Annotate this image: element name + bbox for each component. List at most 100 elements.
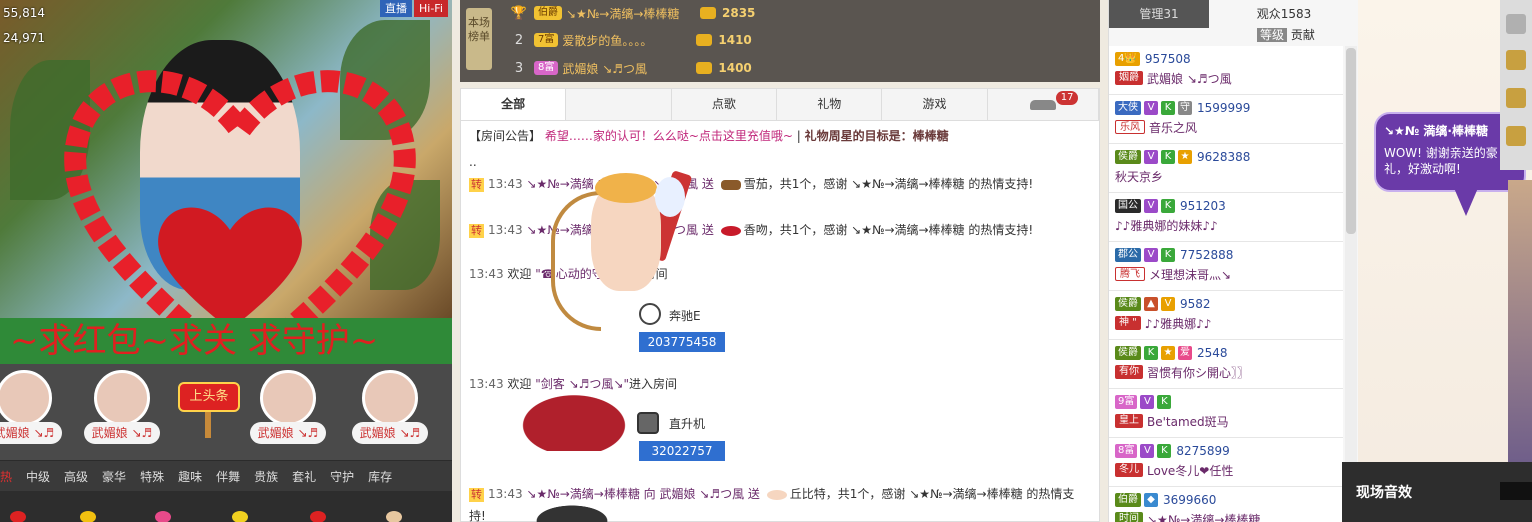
notice-prefix: 【房间公告】 (469, 129, 542, 143)
list-item[interactable]: 侯爵 V K ★ 9628388 秋天京乡 (1109, 144, 1343, 193)
gift-category[interactable]: 套礼 (285, 468, 323, 485)
mascot-figure (1508, 180, 1532, 480)
gift-icon[interactable] (10, 511, 26, 522)
mascot-area: ↘★№ 満缡·棒棒糖 WOW! 谢谢亲送的豪礼，好激动啊! 现场音效 (1342, 0, 1532, 522)
gift-icon[interactable] (155, 511, 171, 522)
tab-audience[interactable]: 观众1583 (1209, 0, 1359, 28)
tab-all[interactable]: 全部 (461, 89, 567, 120)
visitor-name[interactable]: "剑客 ↘♬つ風↘" (535, 377, 629, 391)
sender-name[interactable]: ↘★№→満缡→棒棒糖 (526, 487, 639, 501)
rank-badge: 伯爵 (534, 6, 562, 20)
star-badge: ★ (1161, 346, 1175, 360)
ranking-row[interactable]: 2 7富 爱散步的鱼。。。。 1410 (508, 27, 752, 53)
forward-tag[interactable]: 转 (469, 178, 484, 192)
notice-body[interactable]: 希望……家的认可！么么哒~点击这里充值哦~ (545, 129, 793, 143)
gift-category[interactable]: 中级 (19, 468, 57, 485)
menu-icon[interactable] (1506, 14, 1526, 34)
gift-category[interactable]: 热 (0, 468, 19, 485)
gift-strip (0, 491, 452, 522)
gift-category[interactable]: 趣味 (171, 468, 209, 485)
message-time: 13:43 (488, 223, 523, 237)
ranking-title: 本场榜单 (466, 8, 492, 70)
user-id: 9582 (1180, 297, 1211, 311)
video-stream[interactable]: 55,814 24,971 直播 Hi-Fi (0, 0, 452, 318)
list-item[interactable]: 侯爵 K ★ 爱 2548 有你 習惯有你シ開心〗〗 (1109, 340, 1343, 389)
gift-category[interactable]: 高级 (57, 468, 95, 485)
level-badge: 伯爵 (1115, 493, 1141, 507)
guard-slot[interactable]: 武媚娘 ↘♬ (84, 370, 160, 450)
tab-admin[interactable]: 管理31 (1109, 0, 1209, 28)
list-item[interactable]: 国公 V K 951203 ♪♪雅典娜的妹妹♪♪ (1109, 193, 1343, 242)
gift-category[interactable]: 库存 (361, 468, 399, 485)
sort-contribution[interactable]: 贡献 (1291, 28, 1315, 42)
tab-gift[interactable]: 礼物 (777, 89, 883, 120)
rank-name: 武媚娘 ↘♬つ風 (562, 61, 648, 76)
user-id: 7752888 (1180, 248, 1234, 262)
guard-badge: 守 (1178, 101, 1192, 115)
room-notice[interactable]: 【房间公告】 希望……家的认可！么么哒~点击这里充值哦~ | 礼物周星的目标是：… (469, 125, 1089, 147)
level-badge: 郡公 (1115, 248, 1141, 262)
list-item[interactable]: 大侠 V K 守 1599999 乐风 音乐之风 (1109, 95, 1343, 144)
bubble-text: WOW! 谢谢亲送的豪礼，好激动啊! (1384, 146, 1498, 176)
sound-effects-toggle[interactable] (1500, 482, 1532, 500)
chat-tabs: 全部 点歌 礼物 游戏 17 (461, 89, 1100, 121)
forward-tag[interactable]: 转 (469, 224, 484, 238)
list-item[interactable]: 郡公 V K 7752888 腾飞 メ理想沫哥灬↘ (1109, 242, 1343, 291)
list-item[interactable]: 伯爵 ◆ 3699660 时间 ↘★№→満缡→棒棒糖 (1109, 487, 1343, 522)
user-plate: 神 " (1115, 316, 1141, 330)
guard-slot[interactable]: 武媚娘 ↘♬ (352, 370, 428, 450)
ranking-row[interactable]: 3 8富 武媚娘 ↘♬つ風 1400 (508, 55, 752, 81)
rank-score: 2835 (722, 6, 756, 20)
gift-category[interactable]: 守护 (323, 468, 361, 485)
tab-song[interactable]: 点歌 (672, 89, 778, 120)
heart-icon[interactable] (1506, 126, 1526, 146)
user-id: 2548 (1197, 346, 1228, 360)
gift-icon[interactable] (232, 511, 248, 522)
guard-slot[interactable]: 武媚娘 ↘♬ (250, 370, 326, 450)
tab-vehicle[interactable]: 17 (988, 89, 1100, 120)
rank-badge: 7富 (534, 33, 559, 47)
ranking-row[interactable]: 🏆 伯爵 ↘★№→満缡→棒棒糖 2835 (508, 0, 756, 26)
tab-game[interactable]: 游戏 (882, 89, 988, 120)
sound-effects-label: 现场音效 (1356, 485, 1412, 501)
sort-level[interactable]: 等级 (1257, 28, 1288, 42)
fan-counter: 24,971 (3, 31, 45, 45)
user-plate: 时间 (1115, 512, 1143, 522)
gift-category[interactable]: 伴舞 (209, 468, 247, 485)
gift-box-icon[interactable] (1506, 88, 1526, 108)
gift-category[interactable]: 特殊 (133, 468, 171, 485)
user-plate: 姻爵 (1115, 71, 1143, 85)
list-item[interactable]: 9富 V K 皇上 Be'tamed斑马 (1109, 389, 1343, 438)
headline-pole (205, 410, 211, 438)
video-panel: 55,814 24,971 直播 Hi-Fi ~求红包~求关 求守护~ 武媚娘 … (0, 0, 452, 522)
scrollbar-thumb[interactable] (1346, 48, 1356, 234)
user-name: ↘★№→満缡→棒棒糖 (1147, 512, 1261, 522)
tab-spacer (566, 89, 672, 120)
vehicle-owner-id[interactable]: 32022757 (639, 441, 725, 461)
gift-icon[interactable] (80, 511, 96, 522)
user-name: メ理想沫哥灬↘ (1149, 267, 1232, 282)
user-name: Be'tamed斑马 (1147, 414, 1229, 429)
viewer-counter: 55,814 (3, 6, 45, 20)
forward-tag[interactable]: 转 (469, 488, 484, 502)
gift-category[interactable]: 豪华 (95, 468, 133, 485)
star-badge: ★ (1178, 150, 1192, 164)
hifi-button[interactable]: Hi-Fi (414, 0, 448, 17)
guard-slot[interactable]: 武媚娘 ↘♬ (0, 370, 62, 450)
guard-row: 武媚娘 ↘♬ 武媚娘 ↘♬ 武媚娘 ↘♬ 武媚娘 ↘♬ (0, 364, 452, 460)
user-name: ♪♪雅典娜♪♪ (1144, 316, 1212, 331)
headline-button[interactable]: 上头条 (178, 382, 240, 412)
message-time: 13:43 (488, 487, 523, 501)
gold-icon (696, 62, 713, 74)
gift-icon[interactable] (386, 511, 402, 522)
king-badge: K (1144, 346, 1158, 360)
list-item[interactable]: 4👑 957508 姻爵 武媚娘 ↘♬つ風 (1109, 46, 1343, 95)
star-icon[interactable] (1506, 50, 1526, 70)
audience-scrollbar[interactable] (1345, 46, 1357, 522)
gift-icon[interactable] (310, 511, 326, 522)
list-item[interactable]: 8富 V K 8275899 冬儿 Love冬儿❤任性 (1109, 438, 1343, 487)
gift-category[interactable]: 贵族 (247, 468, 285, 485)
list-item[interactable]: 侯爵 ▲ V 9582 神 " ♪♪雅典娜♪♪ (1109, 291, 1343, 340)
user-name: ♪♪雅典娜的妹妹♪♪ (1115, 218, 1218, 233)
live-button[interactable]: 直播 (380, 0, 412, 17)
